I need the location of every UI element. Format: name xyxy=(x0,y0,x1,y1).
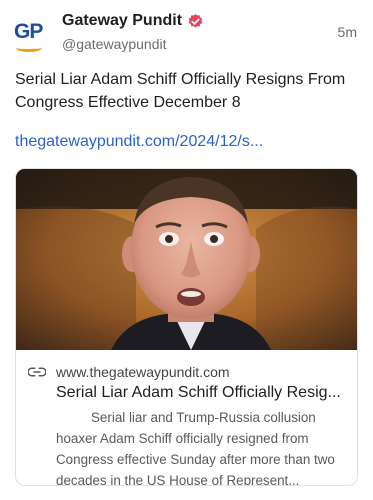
post-timestamp: 5m xyxy=(337,24,357,40)
author-handle[interactable]: @gatewaypundit xyxy=(62,36,167,52)
verified-badge-icon xyxy=(188,13,203,28)
avatar[interactable]: GP xyxy=(14,18,50,54)
post-text: Serial Liar Adam Schiff Officially Resig… xyxy=(15,71,346,111)
avatar-logo-text: GP xyxy=(14,20,43,43)
card-domain: www.thegatewaypundit.com xyxy=(56,364,230,380)
portrait-illustration xyxy=(16,169,357,350)
card-thumbnail-image xyxy=(16,169,357,350)
card-body: www.thegatewaypundit.com Serial Liar Ada… xyxy=(16,350,357,486)
card-description: Serial liar and Trump-Russia collusion h… xyxy=(56,410,335,486)
card-domain-row: www.thegatewaypundit.com xyxy=(28,362,345,382)
author-name-row: Gateway Pundit xyxy=(62,12,204,30)
post-link[interactable]: thegatewaypundit.com/2024/12/s... xyxy=(15,133,263,151)
link-icon xyxy=(28,367,46,377)
link-preview-card[interactable]: www.thegatewaypundit.com Serial Liar Ada… xyxy=(15,168,358,486)
avatar-swoosh xyxy=(16,44,42,52)
author-display-name[interactable]: Gateway Pundit xyxy=(62,12,182,30)
card-title[interactable]: Serial Liar Adam Schiff Officially Resig… xyxy=(56,384,348,402)
post-header: GP Gateway Pundit @gatewaypundit 5m xyxy=(0,0,373,60)
